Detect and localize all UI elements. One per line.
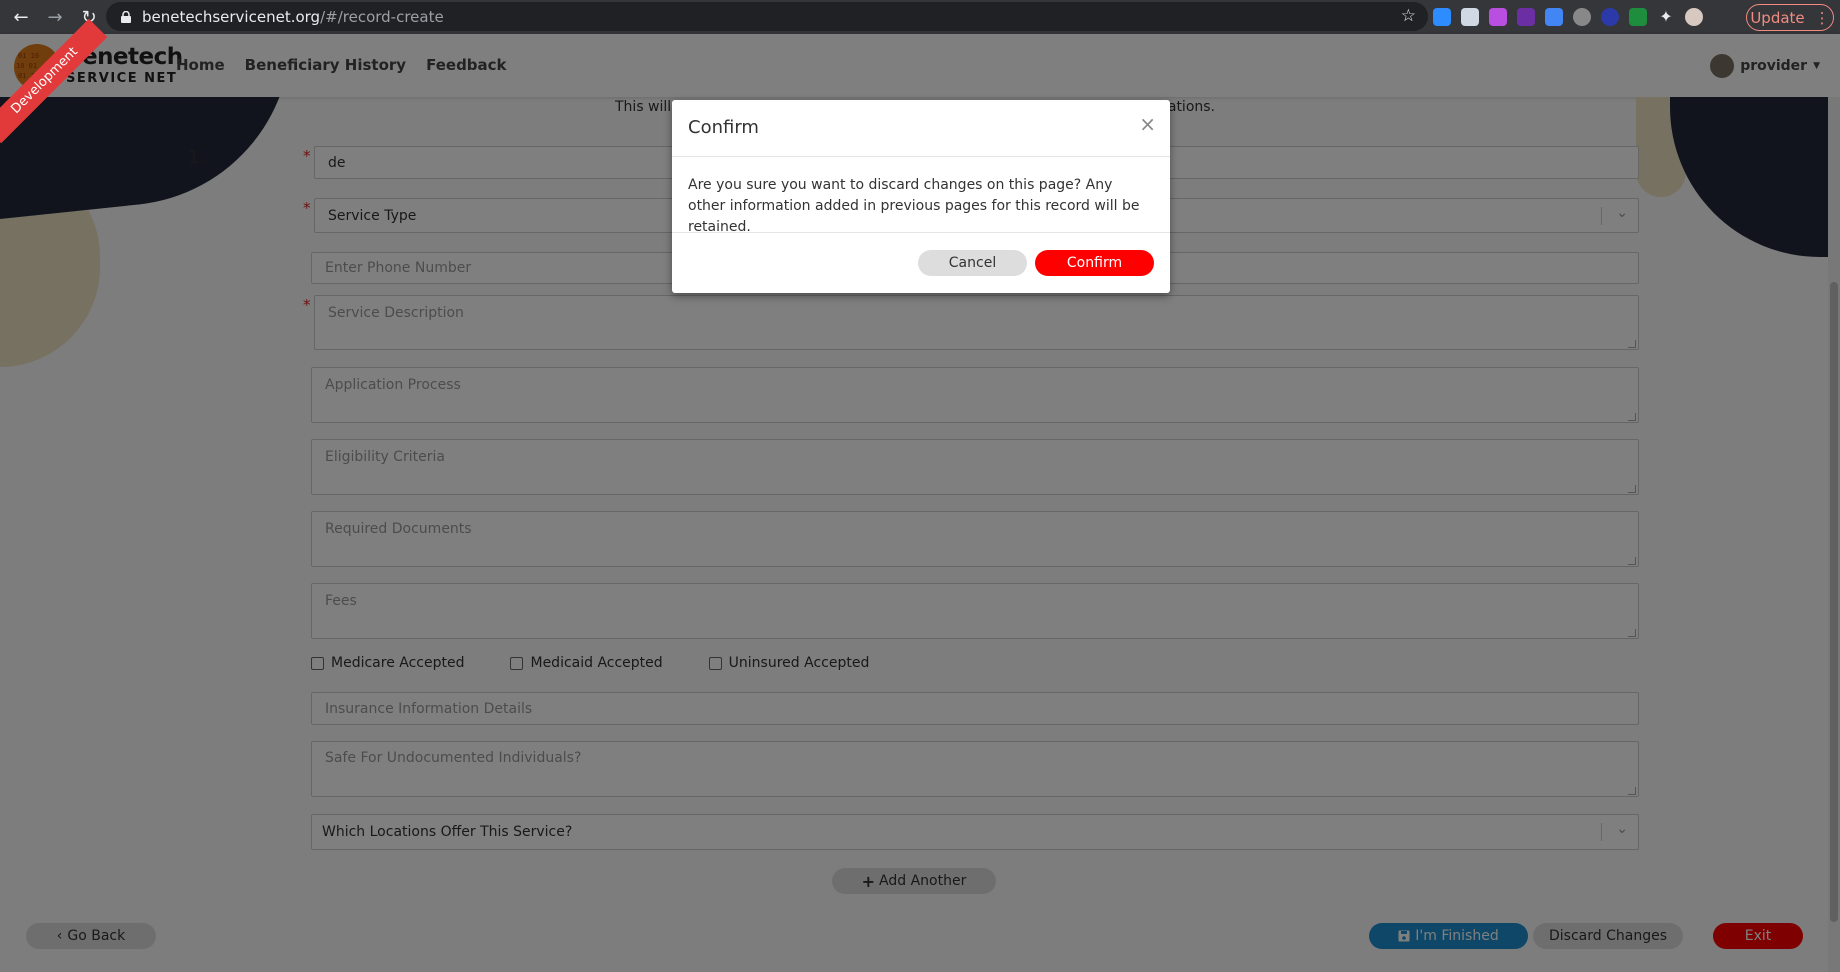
sheets-extension-icon[interactable] <box>1629 8 1647 26</box>
cancel-button[interactable]: Cancel <box>918 250 1027 276</box>
kebab-menu-icon: ⋮ <box>1814 8 1830 27</box>
bookmark-star-icon[interactable]: ☆ <box>1401 6 1416 26</box>
dialog-message: Are you sure you want to discard changes… <box>672 157 1170 235</box>
lock-icon <box>121 10 131 23</box>
address-bar[interactable]: benetechservicenet.org/#/record-create ☆ <box>106 2 1428 31</box>
dialog-footer: Cancel Confirm <box>672 233 1170 292</box>
dialog-header: Confirm × <box>672 100 1170 157</box>
dialog-title: Confirm <box>688 117 759 138</box>
confirm-dialog: Confirm × Are you sure you want to disca… <box>672 100 1170 293</box>
extension-icon[interactable] <box>1489 8 1507 26</box>
forward-arrow-icon[interactable]: → <box>42 4 68 30</box>
browser-toolbar: ← → ↻ benetechservicenet.org/#/record-cr… <box>0 0 1840 34</box>
extension-icon[interactable] <box>1461 8 1479 26</box>
zoom-extension-icon[interactable] <box>1433 8 1451 26</box>
translate-extension-icon[interactable] <box>1545 8 1563 26</box>
extension-icon[interactable] <box>1517 8 1535 26</box>
extensions-bar: ✦ <box>1428 5 1703 29</box>
url-host: benetechservicenet.org <box>142 7 321 26</box>
url-path: /#/record-create <box>320 7 444 26</box>
profile-avatar[interactable] <box>1685 8 1703 26</box>
update-label: Update <box>1750 8 1805 27</box>
extension-icon[interactable] <box>1573 8 1591 26</box>
confirm-button[interactable]: Confirm <box>1035 250 1154 276</box>
close-icon[interactable]: × <box>1139 112 1156 136</box>
modal-backdrop[interactable]: Confirm × Are you sure you want to disca… <box>0 34 1840 972</box>
back-arrow-icon[interactable]: ← <box>8 4 34 30</box>
extension-icon[interactable] <box>1601 8 1619 26</box>
puzzle-icon[interactable]: ✦ <box>1657 8 1675 26</box>
update-button[interactable]: Update ⋮ <box>1746 4 1834 31</box>
